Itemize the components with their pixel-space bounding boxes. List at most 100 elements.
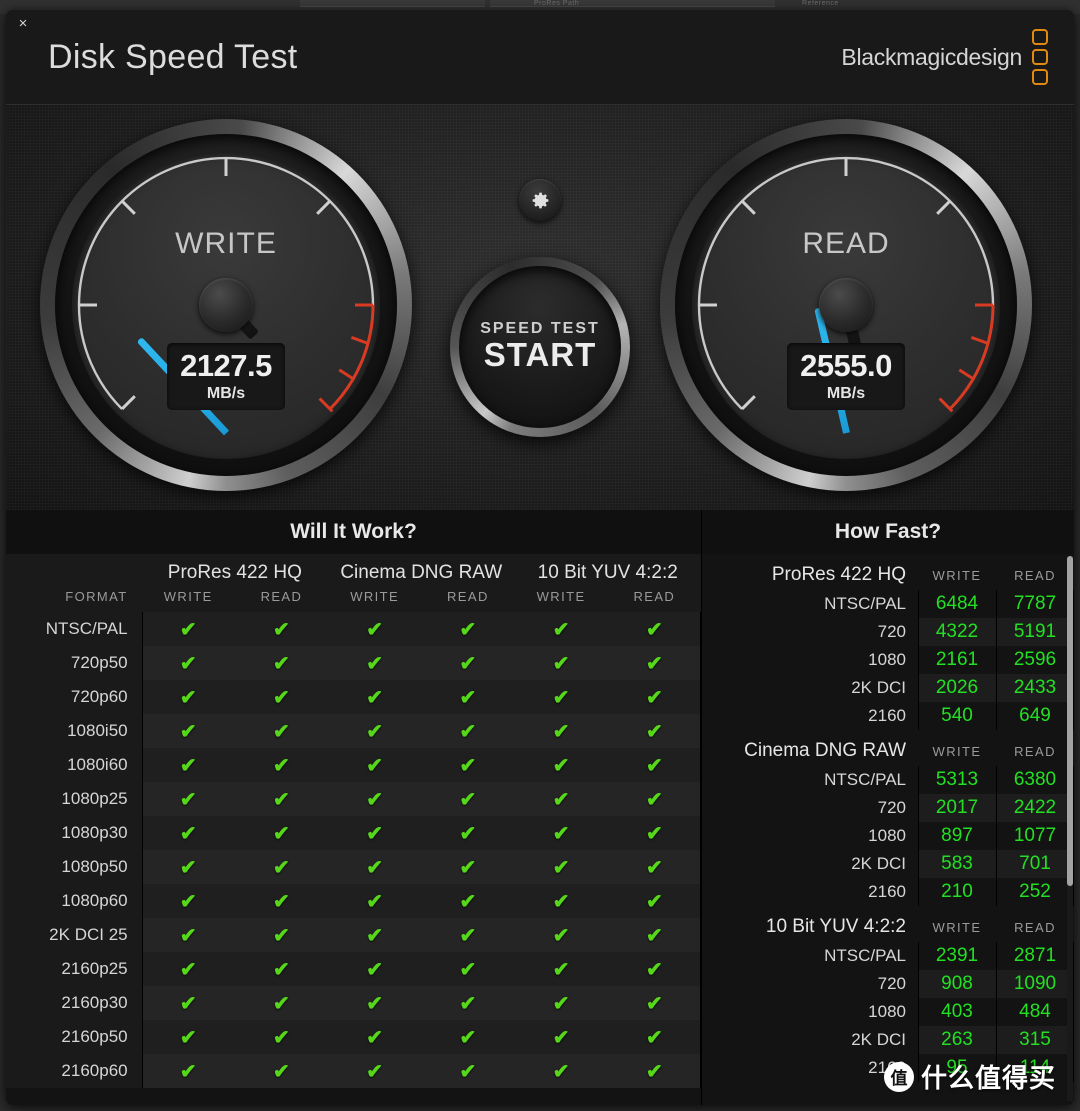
check-icon: ✔ (179, 618, 197, 641)
section-col-write: WRITE (932, 743, 982, 759)
check-icon: ✔ (552, 992, 570, 1015)
check-icon: ✔ (645, 890, 663, 913)
check-icon: ✔ (552, 788, 570, 811)
check-icon: ✔ (273, 652, 290, 675)
watermark: 值 什么值得买 (883, 1058, 1056, 1095)
section-body: NTSC/PAL 5313 6380 720 2017 2422 1080 897 1077 2K… (702, 766, 1074, 906)
check-cell: ✔ (421, 1054, 515, 1088)
check-cell: ✔ (234, 646, 329, 680)
check-cell: ✔ (234, 680, 329, 714)
check-cell: ✔ (234, 714, 329, 748)
check-cell: ✔ (514, 714, 608, 748)
row-format-label: 1080p25 (61, 789, 128, 808)
row-resolution-label: NTSC/PAL (824, 594, 906, 613)
start-button-label: START (483, 336, 597, 373)
write-speed-value: 2161 (918, 646, 996, 674)
check-icon: ✔ (366, 652, 384, 675)
how-fast-section: Cinema DNG RAW WRITE READ NTSC/PAL 5313 6380 7… (702, 730, 1074, 906)
read-value: 2555.0 (800, 348, 892, 383)
check-icon: ✔ (179, 890, 197, 913)
read-speed-value: 1077 (996, 822, 1074, 850)
check-cell: ✔ (607, 952, 701, 986)
check-cell: ✔ (234, 612, 329, 646)
table-row: 2160 540 649 (702, 702, 1074, 730)
check-cell: ✔ (328, 986, 422, 1020)
check-icon: ✔ (645, 652, 663, 675)
col-dng-read: READ (447, 589, 489, 604)
background-window-1 (300, 0, 485, 7)
write-speed-value: 5313 (918, 766, 996, 794)
scrollbar-thumb[interactable] (1067, 556, 1073, 886)
section-header-row: ProRes 422 HQ WRITE READ (702, 554, 1074, 590)
check-icon: ✔ (552, 1060, 570, 1083)
table-row: NTSC/PAL 5313 6380 (702, 766, 1074, 794)
table-row: 2K DCI 25 ✔ ✔ ✔ ✔ ✔ ✔ (6, 918, 701, 952)
check-cell: ✔ (234, 850, 329, 884)
results-area: Will It Work? ProRes 422 HQ Cinema DNG R… (6, 510, 1074, 1105)
check-icon: ✔ (273, 788, 290, 811)
check-icon: ✔ (645, 754, 663, 777)
table-row: 1080p25 ✔ ✔ ✔ ✔ ✔ ✔ (6, 782, 701, 816)
row-format-label: 2160p25 (61, 959, 128, 978)
row-resolution-label: 720 (877, 622, 906, 641)
check-cell: ✔ (514, 748, 608, 782)
row-resolution-label: 1080 (868, 826, 906, 845)
check-icon: ✔ (645, 720, 663, 743)
write-speed-value: 897 (918, 822, 996, 850)
check-cell: ✔ (607, 884, 701, 918)
check-icon: ✔ (645, 958, 663, 981)
read-unit: MB/s (826, 385, 866, 402)
check-cell: ✔ (141, 1054, 235, 1088)
check-cell: ✔ (141, 680, 235, 714)
write-speed-value: 583 (918, 850, 996, 878)
section-header-row: 10 Bit YUV 4:2:2 WRITE READ (702, 906, 1074, 942)
brand-logo: Blackmagicdesign (841, 29, 1048, 85)
check-icon: ✔ (552, 856, 570, 879)
gear-icon[interactable] (519, 179, 561, 221)
check-cell: ✔ (421, 612, 515, 646)
check-cell: ✔ (328, 1020, 422, 1054)
check-cell: ✔ (607, 918, 701, 952)
read-speed-value: 484 (996, 998, 1074, 1026)
check-icon: ✔ (459, 1026, 477, 1049)
check-icon: ✔ (552, 958, 570, 981)
check-cell: ✔ (141, 986, 235, 1020)
table-row: 2160p25 ✔ ✔ ✔ ✔ ✔ ✔ (6, 952, 701, 986)
check-icon: ✔ (179, 788, 197, 811)
check-cell: ✔ (607, 680, 701, 714)
check-icon: ✔ (273, 992, 290, 1015)
close-button[interactable]: × (10, 10, 36, 36)
check-cell: ✔ (514, 646, 608, 680)
check-cell: ✔ (328, 884, 422, 918)
will-it-work-title: Will It Work? (6, 510, 701, 554)
check-cell: ✔ (141, 714, 235, 748)
check-cell: ✔ (141, 646, 235, 680)
check-icon: ✔ (459, 924, 477, 947)
check-icon: ✔ (459, 856, 477, 879)
check-cell: ✔ (421, 782, 515, 816)
table-row: 1080 2161 2596 (702, 646, 1074, 674)
speed-test-start-button[interactable]: SPEED TEST START (450, 257, 630, 437)
row-format-label: 2160p60 (61, 1061, 128, 1080)
check-cell: ✔ (421, 884, 515, 918)
row-resolution-label: 1080 (868, 1002, 906, 1021)
page-title: Disk Speed Test (48, 37, 298, 76)
check-cell: ✔ (607, 986, 701, 1020)
check-cell: ✔ (141, 748, 235, 782)
check-icon: ✔ (273, 822, 290, 845)
check-icon: ✔ (645, 618, 663, 641)
section-col-read: READ (1014, 919, 1056, 935)
check-cell: ✔ (421, 1020, 515, 1054)
section-name: 10 Bit YUV 4:2:2 (765, 916, 906, 937)
check-cell: ✔ (607, 782, 701, 816)
check-icon: ✔ (273, 856, 290, 879)
check-icon: ✔ (179, 958, 197, 981)
check-cell: ✔ (234, 816, 329, 850)
check-icon: ✔ (179, 822, 197, 845)
background-label-2: Reference (802, 0, 839, 7)
check-icon: ✔ (459, 652, 477, 675)
check-cell: ✔ (607, 748, 701, 782)
write-speed-value: 908 (918, 970, 996, 998)
col-yuv-read: READ (633, 589, 676, 604)
check-cell: ✔ (141, 850, 235, 884)
